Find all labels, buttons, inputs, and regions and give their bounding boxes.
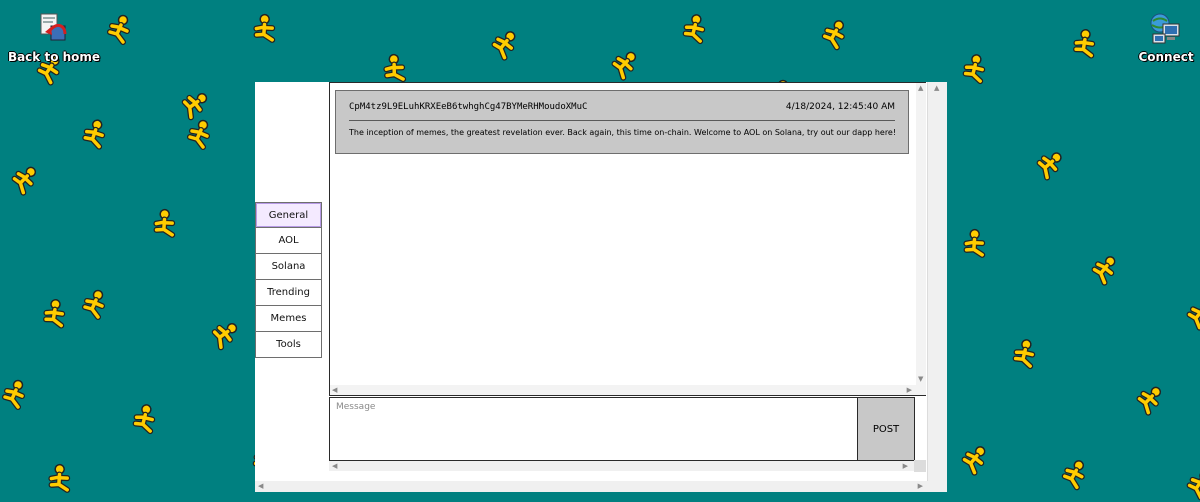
back-home-shortcut[interactable]: Back to home (6, 12, 102, 64)
tab-general[interactable]: General (255, 202, 322, 228)
running-man-icon (2, 379, 25, 410)
chat-scroll-right-icon[interactable]: ▶ (907, 387, 912, 394)
network-connect-icon (1150, 13, 1180, 44)
running-man-icon (961, 446, 986, 476)
running-man-icon (181, 92, 208, 121)
running-man-icon (211, 322, 238, 351)
tab-solana[interactable]: Solana (255, 254, 322, 280)
resize-grip[interactable] (914, 460, 926, 472)
message-divider (349, 120, 895, 121)
tab-aol[interactable]: AOL (255, 228, 322, 254)
message-text: The inception of memes, the greatest rev… (349, 128, 897, 137)
running-man-icon (963, 228, 986, 258)
scroll-right-arrow-icon[interactable]: ▶ (918, 483, 923, 490)
running-man-icon (383, 53, 407, 83)
message-input[interactable] (329, 397, 858, 461)
composer-scroll-right-icon[interactable]: ▶ (903, 463, 908, 470)
connect-shortcut[interactable]: Connect (1118, 12, 1200, 64)
running-man-icon (1036, 152, 1062, 181)
tab-memes[interactable]: Memes (255, 306, 322, 332)
running-man-icon (491, 31, 516, 61)
chat-scroll-down-icon[interactable]: ▼ (918, 376, 923, 383)
composer-horizontal-scrollbar[interactable]: ◀ ▶ (329, 461, 926, 471)
running-man-icon (611, 51, 637, 81)
chat-horizontal-scrollbar[interactable]: ◀ ▶ (330, 385, 916, 395)
tab-tools[interactable]: Tools (255, 332, 322, 358)
running-man-icon (43, 299, 66, 329)
running-man-icon (48, 463, 71, 493)
running-man-icon (821, 20, 845, 51)
window-vertical-scrollbar[interactable]: ▲ ▼ (927, 82, 947, 492)
scroll-up-arrow-icon[interactable]: ▲ (934, 85, 939, 92)
running-man-icon (962, 54, 986, 85)
message-timestamp: 4/18/2024, 12:45:40 AM (785, 102, 895, 112)
running-man-icon (82, 119, 106, 150)
running-man-icon (187, 119, 210, 150)
running-man-icon (1186, 470, 1200, 501)
running-man-icon (1012, 339, 1036, 370)
running-man-icon (82, 289, 105, 320)
running-man-icon (107, 14, 130, 45)
running-man-icon (1073, 29, 1096, 59)
message-author[interactable]: CpM4tz9L9ELuhKRXEeB6twhghCg47BYMeRHMoudo… (349, 102, 587, 112)
window-horizontal-scrollbar[interactable]: ◀ ▶ (255, 481, 947, 492)
running-man-icon (682, 14, 706, 45)
connect-label: Connect (1138, 50, 1194, 64)
running-man-icon (1091, 256, 1116, 286)
back-home-icon (40, 13, 67, 41)
running-man-icon (1186, 301, 1200, 331)
running-man-icon (132, 404, 156, 435)
running-man-icon (1061, 460, 1085, 491)
chat-scroll-up-icon[interactable]: ▲ (918, 85, 923, 92)
back-home-label: Back to home (7, 50, 101, 64)
channel-tab-list: General AOL Solana Trending Memes Tools (255, 202, 322, 358)
chat-vertical-scrollbar[interactable]: ▲ ▼ (916, 83, 926, 395)
running-man-icon (1136, 386, 1162, 416)
post-button[interactable]: POST (857, 397, 915, 461)
running-man-icon (253, 13, 276, 43)
running-man-icon (11, 166, 37, 196)
running-man-icon (153, 208, 176, 238)
chat-message: CpM4tz9L9ELuhKRXEeB6twhghCg47BYMeRHMoudo… (335, 90, 909, 154)
composer-scroll-left-icon[interactable]: ◀ (332, 463, 337, 470)
scroll-left-arrow-icon[interactable]: ◀ (258, 483, 263, 490)
chat-scroll-left-icon[interactable]: ◀ (332, 387, 337, 394)
tab-trending[interactable]: Trending (255, 280, 322, 306)
